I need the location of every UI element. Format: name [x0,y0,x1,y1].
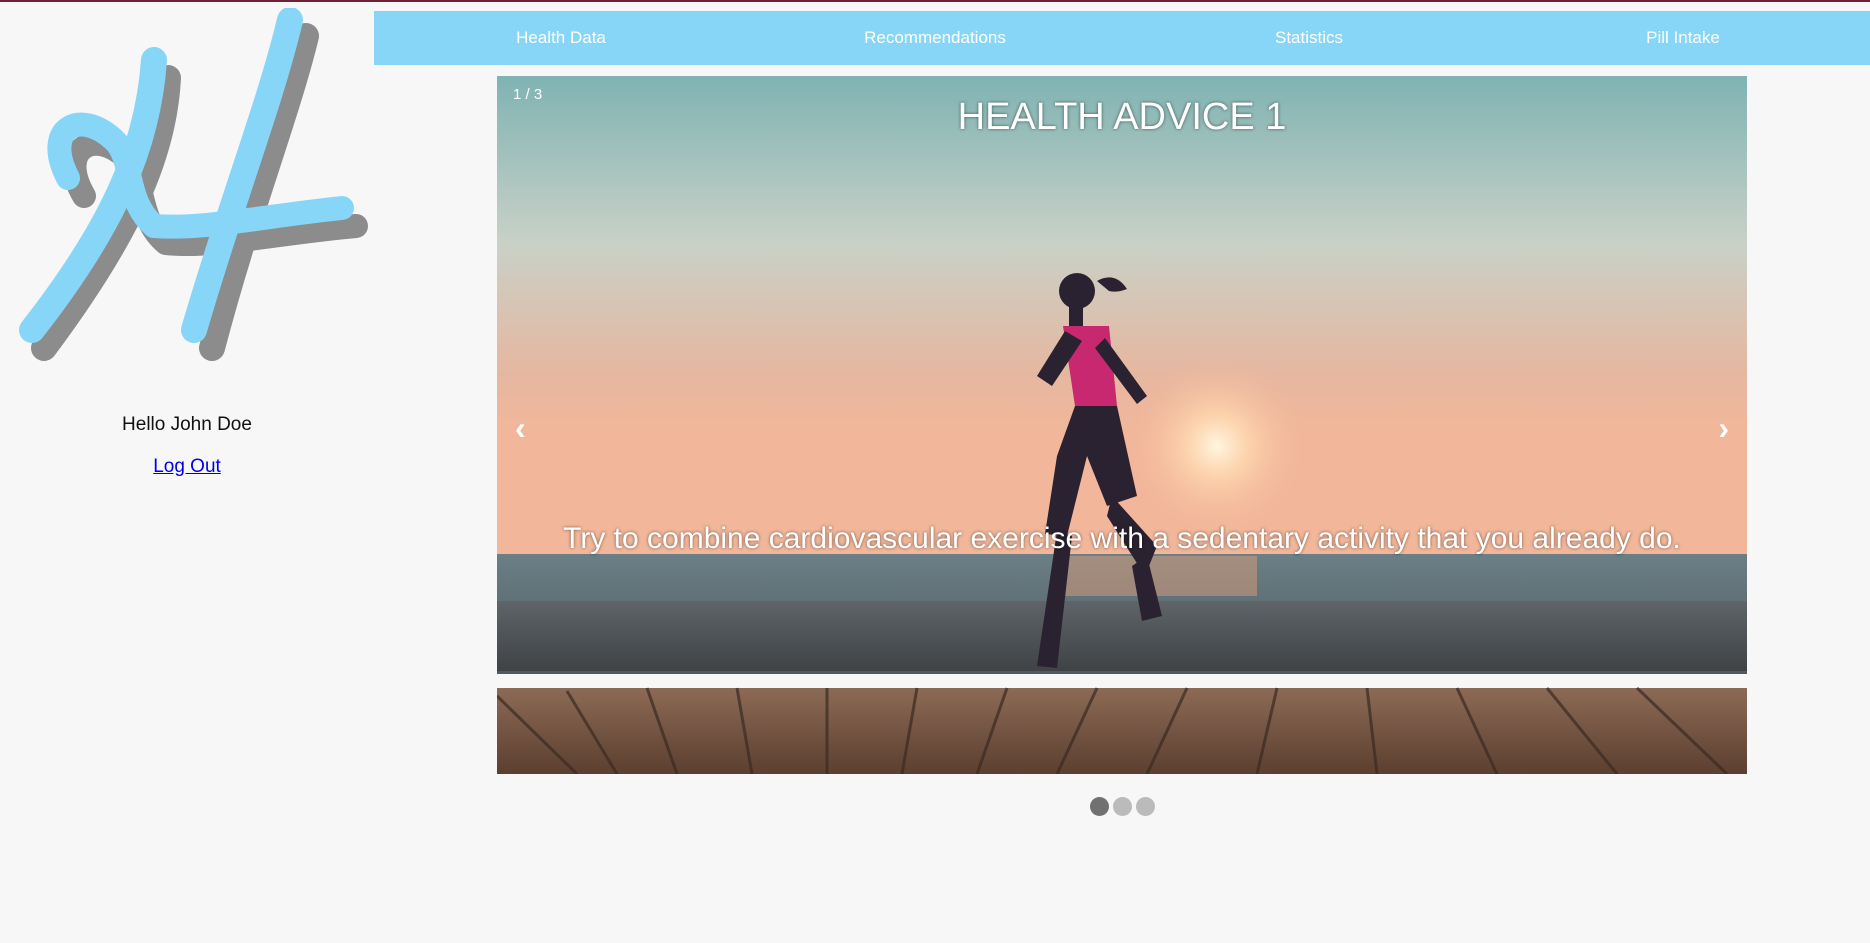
slide-title: HEALTH ADVICE 1 [957,96,1287,138]
slide-dot-2[interactable] [1112,797,1132,816]
previous-slide-button[interactable]: ‹ [505,406,536,451]
nav-item-pill-intake[interactable]: Pill Intake [1496,11,1870,65]
slide-caption: Try to combine cardiovascular exercise w… [563,522,1681,555]
health-advice-slideshow: 1 / 3 HEALTH ADVICE 1 Try to combine car… [497,76,1747,774]
nav-item-health-data[interactable]: Health Data [374,11,748,65]
nav-item-recommendations[interactable]: Recommendations [748,11,1122,65]
slide-indicator-dots [497,797,1747,816]
slide-dot-3[interactable] [1135,797,1155,816]
next-slide-button[interactable]: › [1708,406,1739,451]
slide-dot-1[interactable] [1089,797,1109,816]
brand-logo [16,7,372,366]
user-greeting: Hello John Doe [122,414,252,435]
main-navigation: Health Data Recommendations Statistics P… [374,11,1870,65]
nav-item-statistics[interactable]: Statistics [1122,11,1496,65]
sidebar: Hello John Doe Log Out [0,0,374,943]
logout-link[interactable]: Log Out [0,456,374,478]
slide-image-runner-on-beach [497,76,1747,774]
